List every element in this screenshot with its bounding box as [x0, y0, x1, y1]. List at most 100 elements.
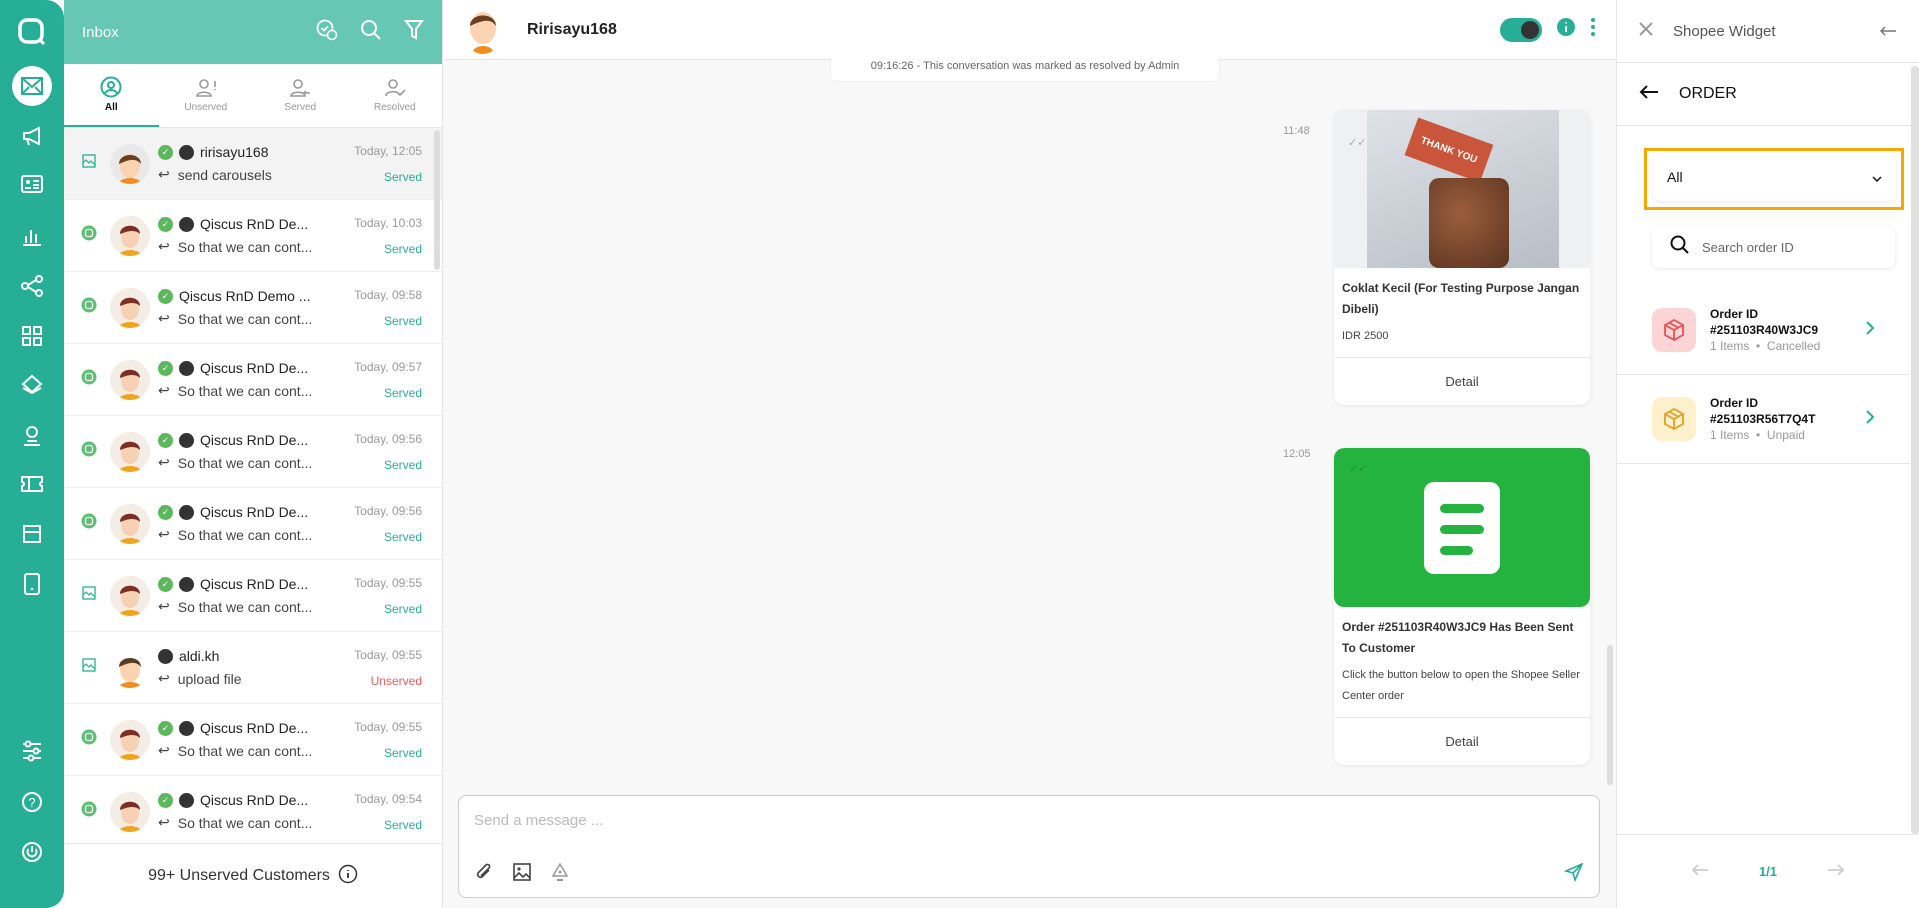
conversation-preview: So that we can cont... — [177, 526, 313, 543]
widget-scrollbar[interactable] — [1911, 66, 1919, 834]
store-icon[interactable] — [14, 516, 50, 552]
close-icon[interactable] — [1639, 22, 1653, 40]
search-icon[interactable] — [360, 19, 382, 45]
conversation-item[interactable]: ✓ Qiscus RnD De... ↩ So that we can cont..… — [64, 560, 442, 632]
chat-channel-icon — [81, 729, 97, 750]
system-message: 09:16:26 - This conversation was marked … — [830, 58, 1220, 82]
inbox-icon[interactable] — [12, 66, 52, 106]
prev-page-icon[interactable] — [1691, 863, 1709, 880]
order-item[interactable]: Order ID #251103R40W3JC9 1 Items • Cancel… — [1617, 286, 1910, 375]
mobile-icon[interactable] — [14, 566, 50, 602]
send-icon[interactable] — [1563, 862, 1584, 887]
conversation-item[interactable]: ✓ Qiscus RnD Demo ... ↩ So that we can con… — [64, 272, 442, 344]
attachment-icon[interactable] — [474, 862, 494, 887]
shopee-channel-icon — [158, 648, 173, 664]
tab-all[interactable]: All — [64, 64, 159, 127]
settings-sliders-icon[interactable] — [14, 733, 50, 769]
conversation-item[interactable]: ✓ Qiscus RnD De... ↩ So that we can cont..… — [64, 200, 442, 272]
reply-icon: ↩ — [158, 310, 170, 326]
order-items: 1 Items — [1710, 428, 1750, 442]
back-arrow-icon[interactable] — [1639, 84, 1659, 105]
chat-channel-icon — [81, 225, 97, 246]
image-icon[interactable] — [512, 862, 532, 887]
order-item[interactable]: Order ID #251103R56T7Q4T 1 Items • Unpaid — [1617, 375, 1910, 464]
logout-power-icon[interactable] — [14, 834, 50, 870]
agent-icon[interactable] — [14, 418, 50, 454]
avatar — [110, 143, 150, 184]
bot-toggle[interactable] — [1500, 17, 1542, 42]
integration-icon[interactable] — [14, 268, 50, 304]
message-input[interactable] — [474, 812, 1474, 829]
product-card: THANK YOU ✓✓ Coklat Kecil (For Testing P… — [1334, 110, 1590, 405]
verified-check-icon: ✓ — [158, 432, 173, 448]
conversation-item[interactable]: ✓ Qiscus RnD De... ↩ So that we can cont..… — [64, 704, 442, 776]
conversation-item[interactable]: ✓ Qiscus RnD De... ↩ So that we can cont..… — [64, 776, 442, 843]
reply-icon: ↩ — [158, 526, 170, 542]
chevron-right-icon[interactable] — [1865, 409, 1875, 430]
search-icon — [1670, 235, 1690, 260]
package-icon — [1652, 397, 1696, 441]
verified-check-icon: ✓ — [158, 720, 173, 736]
conversation-time: Today, 12:05 — [354, 143, 422, 158]
pagination: 1/1 — [1617, 834, 1919, 908]
message-composer — [458, 795, 1600, 898]
info-icon[interactable] — [1556, 17, 1576, 42]
image-channel-icon — [82, 586, 96, 605]
chat-scrollbar[interactable] — [1607, 645, 1613, 785]
product-price: IDR 2500 — [1342, 330, 1389, 342]
order-label: Order ID — [1710, 307, 1759, 321]
message-time: 11:48 — [1283, 125, 1310, 137]
chevron-right-icon[interactable] — [1865, 320, 1875, 341]
contact-avatar — [463, 6, 503, 54]
order-document-icon: ✓✓ — [1334, 448, 1590, 607]
collapse-arrow-icon[interactable] — [1879, 23, 1897, 40]
info-icon[interactable] — [338, 864, 358, 889]
shopee-channel-icon — [179, 216, 194, 232]
tab-unserved[interactable]: Unserved — [159, 64, 254, 127]
contacts-icon[interactable] — [14, 166, 50, 202]
qiscus-logo-icon[interactable] — [14, 14, 50, 50]
status-label: Served — [383, 745, 422, 760]
unserved-footer[interactable]: 99+ Unserved Customers — [64, 843, 442, 908]
conversation-item[interactable]: aldi.kh ↩ upload file Today, 09:55 Unserve… — [64, 632, 442, 704]
layers-icon[interactable] — [14, 366, 50, 402]
list-scrollbar[interactable] — [434, 130, 440, 270]
product-title: Coklat Kecil (For Testing Purpose Jangan… — [1342, 281, 1580, 316]
status-label: Served — [383, 169, 422, 184]
conversation-item[interactable]: ✓ Qiscus RnD De... ↩ So that we can cont..… — [64, 344, 442, 416]
conversation-time: Today, 10:03 — [354, 215, 422, 230]
more-vertical-icon[interactable] — [1590, 17, 1596, 42]
verified-check-icon: ✓ — [158, 360, 173, 376]
broadcast-icon[interactable] — [14, 118, 50, 154]
tab-label: Resolved — [373, 102, 416, 113]
next-page-icon[interactable] — [1827, 863, 1845, 880]
order-label: Order ID — [1710, 396, 1759, 410]
conversation-preview: So that we can cont... — [177, 382, 313, 399]
order-status-dropdown[interactable]: All — [1653, 153, 1896, 201]
read-check-icon: ✓✓ — [1348, 137, 1367, 149]
conversation-preview: So that we can cont... — [177, 814, 313, 831]
conversation-name: Qiscus RnD De... — [200, 792, 309, 808]
conversation-preview: So that we can cont... — [177, 454, 313, 471]
chat-channel-icon — [81, 801, 97, 822]
conversation-name: Qiscus RnD De... — [200, 720, 309, 736]
conversation-item[interactable]: ✓ Qiscus RnD De... ↩ So that we can cont..… — [64, 488, 442, 560]
detail-button[interactable]: Detail — [1334, 717, 1590, 765]
status-label: Served — [383, 817, 422, 832]
order-search-input[interactable] — [1702, 239, 1862, 255]
filter-icon[interactable] — [404, 19, 424, 45]
analytics-icon[interactable] — [14, 218, 50, 254]
conversation-item[interactable]: ✓ ririsayu168 ↩ send carousels Today, 12:0… — [64, 128, 442, 200]
template-icon[interactable] — [550, 862, 570, 887]
status-label: Served — [383, 385, 422, 400]
tab-resolved[interactable]: Resolved — [348, 64, 443, 127]
whatsapp-check-icon[interactable] — [316, 19, 338, 45]
detail-button[interactable]: Detail — [1334, 357, 1590, 405]
ticket-icon[interactable] — [14, 466, 50, 502]
help-icon[interactable]: ? — [14, 784, 50, 820]
tab-served[interactable]: Served — [253, 64, 348, 127]
order-status: Cancelled — [1766, 339, 1821, 353]
apps-icon[interactable] — [14, 318, 50, 354]
conversation-name: aldi.kh — [179, 648, 220, 664]
conversation-item[interactable]: ✓ Qiscus RnD De... ↩ So that we can cont..… — [64, 416, 442, 488]
